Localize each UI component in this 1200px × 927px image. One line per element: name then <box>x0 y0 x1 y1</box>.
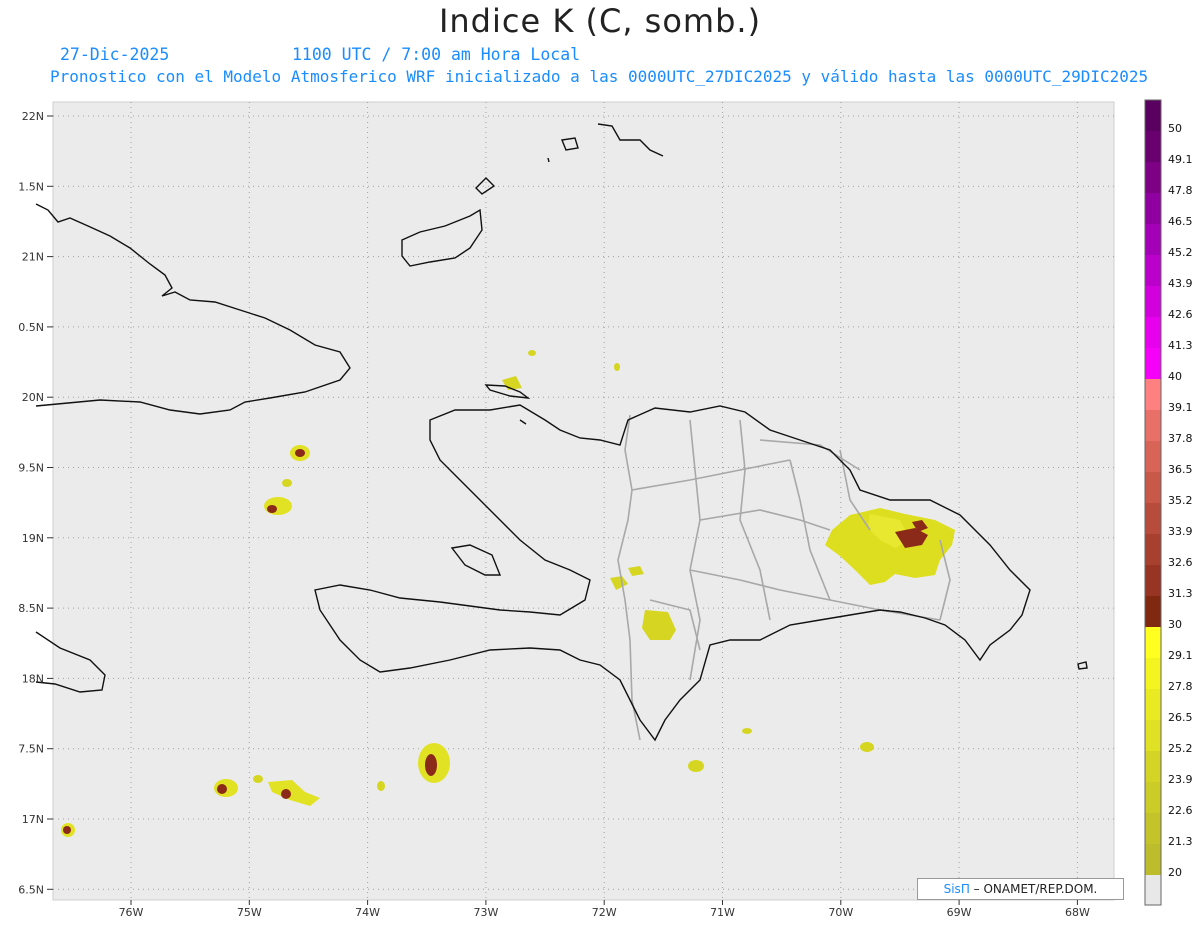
lon-label: 72W <box>592 906 617 919</box>
colorbar-segment <box>1145 224 1161 255</box>
colorbar-label: 25.2 <box>1168 742 1193 755</box>
colorbar-label: 23.9 <box>1168 773 1193 786</box>
lat-label: 22N <box>22 110 44 123</box>
colorbar-label: 21.3 <box>1168 835 1193 848</box>
lat-label: 0.5N <box>18 321 44 334</box>
colorbar-segment <box>1145 379 1161 410</box>
colorbar <box>1144 99 1162 906</box>
colorbar-label: 42.6 <box>1168 308 1193 321</box>
colorbar-segment <box>1145 255 1161 286</box>
lon-label: 76W <box>119 906 144 919</box>
lat-label: 21N <box>22 251 44 264</box>
colorbar-label: 27.8 <box>1168 680 1193 693</box>
lon-label: 74W <box>355 906 380 919</box>
colorbar-segment <box>1145 503 1161 534</box>
credit-text: – ONAMET/REP.DOM. <box>969 882 1098 896</box>
colorbar-segment <box>1145 658 1161 689</box>
colorbar-segment <box>1145 565 1161 596</box>
colorbar-label: 33.9 <box>1168 525 1193 538</box>
credit-brand: SisΠ <box>943 882 970 896</box>
colorbar-label: 40 <box>1168 370 1182 383</box>
lat-label: 6.5N <box>18 883 44 896</box>
colorbar-segment <box>1145 410 1161 441</box>
lon-label: 73W <box>473 906 498 919</box>
colorbar-segment <box>1145 720 1161 751</box>
colorbar-segment <box>1145 100 1161 131</box>
colorbar-segment <box>1145 844 1161 875</box>
colorbar-segment <box>1145 441 1161 472</box>
longitude-labels: 76W 75W 74W 73W 72W 71W 70W 69W 68W <box>119 900 1090 919</box>
latitude-labels: 22N 1.5N 21N 0.5N 20N 9.5N 19N 8.5N 18N 7.5N 17N 6.… <box>18 110 53 896</box>
lat-label: 18N <box>22 672 44 685</box>
colorbar-label: 37.8 <box>1168 432 1193 445</box>
colorbar-label: 47.8 <box>1168 184 1193 197</box>
colorbar-label: 46.5 <box>1168 215 1193 228</box>
colorbar-label: 29.1 <box>1168 649 1193 662</box>
lon-label: 71W <box>710 906 735 919</box>
colorbar-segment <box>1145 348 1161 379</box>
lat-label: 8.5N <box>18 602 44 615</box>
lat-label: 9.5N <box>18 462 44 475</box>
colorbar-label: 36.5 <box>1168 463 1193 476</box>
colorbar-label: 30 <box>1168 618 1182 631</box>
lat-label: 19N <box>22 532 44 545</box>
colorbar-label: 31.3 <box>1168 587 1193 600</box>
lon-label: 75W <box>237 906 262 919</box>
colorbar-segment <box>1145 131 1161 162</box>
colorbar-segment <box>1145 751 1161 782</box>
plot-area <box>52 101 1115 901</box>
colorbar-segment <box>1145 596 1161 627</box>
lon-label: 69W <box>947 906 972 919</box>
map-canvas: 22N 1.5N 21N 0.5N 20N 9.5N 19N 8.5N 18N 7.5N 17N 6.… <box>18 99 1162 919</box>
colorbar-label: 50 <box>1168 122 1182 135</box>
lon-label: 70W <box>828 906 853 919</box>
lon-label: 68W <box>1065 906 1090 919</box>
colorbar-segment <box>1145 472 1161 503</box>
colorbar-segment <box>1145 193 1161 224</box>
credit-box: SisΠ – ONAMET/REP.DOM. <box>917 878 1124 900</box>
colorbar-label: 45.2 <box>1168 246 1193 259</box>
colorbar-label: 26.5 <box>1168 711 1193 724</box>
colorbar-segment <box>1145 627 1161 658</box>
colorbar-segment <box>1145 286 1161 317</box>
colorbar-label: 20 <box>1168 866 1182 879</box>
colorbar-segment <box>1145 162 1161 193</box>
colorbar-segment <box>1145 782 1161 813</box>
colorbar-label: 32.6 <box>1168 556 1193 569</box>
colorbar-label: 43.9 <box>1168 277 1193 290</box>
lat-label: 17N <box>22 813 44 826</box>
colorbar-segment <box>1145 813 1161 844</box>
colorbar-label: 22.6 <box>1168 804 1193 817</box>
colorbar-label: 35.2 <box>1168 494 1193 507</box>
colorbar-label: 39.1 <box>1168 401 1193 414</box>
colorbar-label: 49.1 <box>1168 153 1193 166</box>
colorbar-segment <box>1145 317 1161 348</box>
lat-label: 20N <box>22 391 44 404</box>
lat-label: 7.5N <box>18 743 44 756</box>
colorbar-segment <box>1145 689 1161 720</box>
lat-label: 1.5N <box>18 180 44 193</box>
colorbar-segment <box>1145 534 1161 565</box>
colorbar-base <box>1145 875 1161 905</box>
colorbar-label: 41.3 <box>1168 339 1193 352</box>
